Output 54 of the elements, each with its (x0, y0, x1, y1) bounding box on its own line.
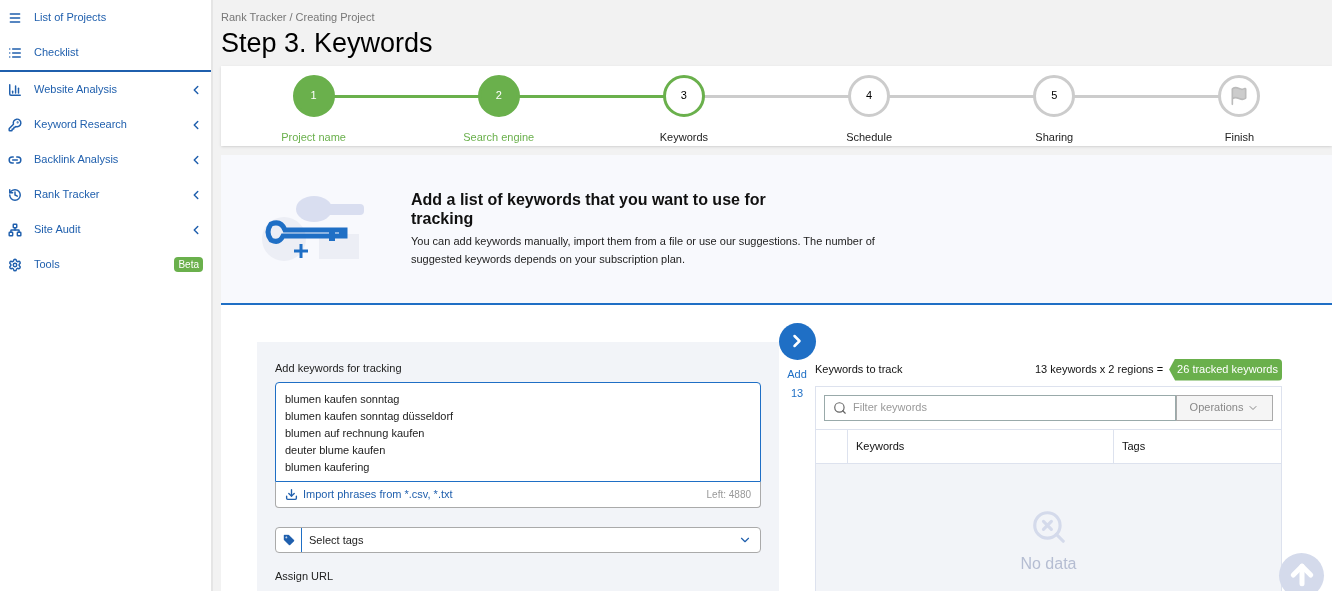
filter-placeholder: Filter keywords (853, 400, 927, 416)
column-header: Keywords (848, 429, 1114, 463)
sidebar-label: Tools (34, 257, 61, 273)
step-label: Sharing (1035, 129, 1074, 145)
field-label: Add keywords for tracking (275, 360, 403, 376)
sidebar-item[interactable]: Rank Tracker (0, 177, 211, 212)
keywords-summary: 13 keywords x 2 regions = (1035, 362, 1164, 378)
step-label: Schedule (846, 129, 893, 145)
tracked-badge: 26 tracked keywords (1169, 358, 1282, 381)
flag-icon (1229, 85, 1250, 106)
step-label: Finish (1224, 129, 1255, 145)
sidebar-label: Backlink Analysis (34, 152, 120, 168)
download-icon (285, 488, 298, 501)
step-label: Keywords (659, 129, 709, 145)
sidebar-label: Rank Tracker (34, 187, 101, 203)
sidebar-item[interactable]: List of Projects (0, 0, 211, 35)
sidebar-item[interactable]: Website Analysis (0, 72, 211, 107)
sidebar-label: List of Projects (34, 10, 108, 26)
breadcrumb: Rank Tracker / Creating Project (221, 10, 376, 25)
sidebar-label: Checklist (34, 45, 80, 61)
select-placeholder: Select tags (309, 532, 365, 548)
keywords-textarea[interactable]: blumen kaufen sonntag blumen kaufen sonntag düsseldorf blumen auf rechnung kaufen deuter blume kaufen blumen kaufering (275, 382, 761, 482)
sitemap-icon (8, 222, 22, 237)
menu-icon (8, 10, 22, 25)
tags-select[interactable]: Select tags (275, 527, 761, 553)
list-icon (8, 45, 22, 60)
history-icon (8, 187, 22, 202)
sidebar-item[interactable]: Backlink Analysis (0, 142, 211, 177)
sidebar-item[interactable]: Checklist (0, 35, 211, 70)
sidebar-item[interactable]: Tools Beta (0, 247, 211, 282)
sidebar-label: Website Analysis (34, 82, 118, 98)
bar-chart-icon (8, 82, 22, 97)
sidebar-label: Site Audit (34, 222, 82, 238)
sidebar-item[interactable]: Keyword Research (0, 107, 211, 142)
assign-url-label: Assign URL (275, 569, 335, 584)
step-label: Search engine (463, 129, 535, 145)
key-icon (8, 117, 22, 132)
settings-icon (8, 257, 22, 272)
panel-title: Keywords to track (815, 362, 904, 378)
sidebar-item[interactable]: Site Audit (0, 212, 211, 247)
intro-heading: Add a list of keywords that you want to use for tracking (411, 189, 767, 228)
page-title: Step 3. Keywords (221, 26, 434, 60)
add-count: 13 (790, 386, 804, 401)
left-counter: Left: 4880 (706, 488, 751, 502)
sidebar-label: Keyword Research (34, 117, 128, 133)
intro-text: You can add keywords manually, import them from a file or use our suggestions. The number of suggested keywords depends on your subscription plan. (411, 233, 876, 267)
step-label: Project name (281, 129, 346, 145)
search-icon (833, 400, 847, 415)
empty-text: No data (1020, 553, 1077, 574)
column-header: Tags (1121, 438, 1147, 454)
add-label: Add (787, 366, 807, 382)
import-link[interactable]: Import phrases from *.csv, *.txt (285, 486, 453, 503)
add-button[interactable] (778, 322, 816, 360)
beta-badge: Beta (174, 257, 203, 272)
